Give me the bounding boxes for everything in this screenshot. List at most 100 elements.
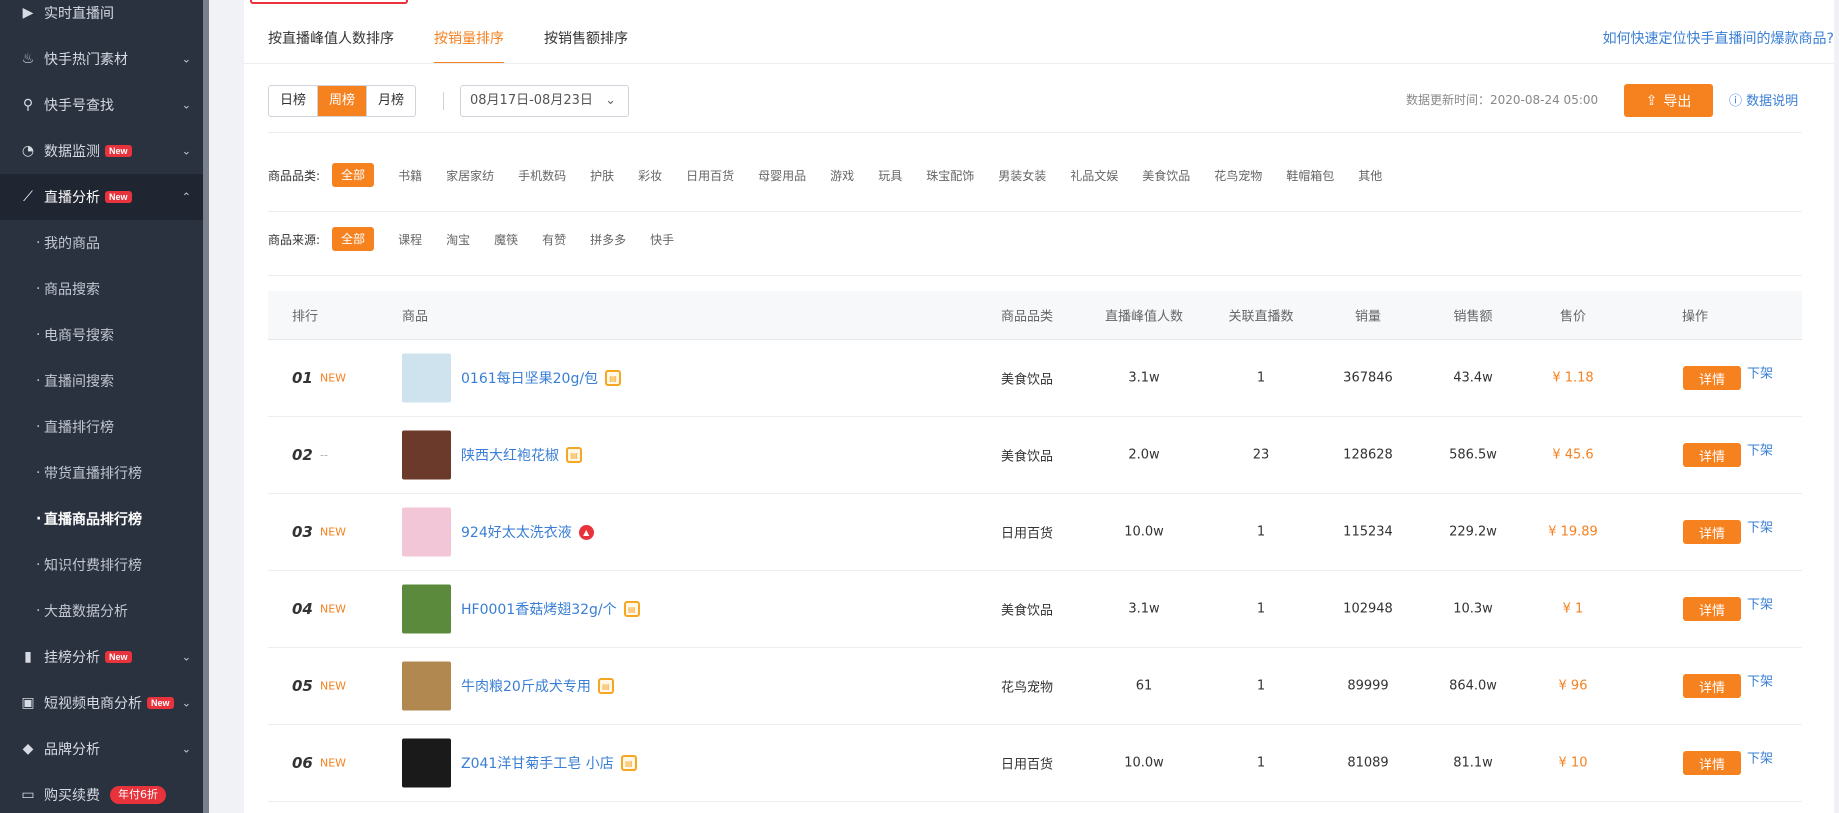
period-day[interactable]: 日榜 — [269, 86, 319, 116]
sidebar-subitem[interactable]: 我的商品 — [0, 220, 203, 266]
source-label: 商品来源: — [268, 232, 321, 247]
detail-button[interactable]: 详情 — [1683, 443, 1741, 467]
sidebar-subitem-label: 直播间搜索 — [44, 374, 114, 390]
chevron-up-icon: ⌃ — [181, 190, 191, 204]
data-description-link[interactable]: ⓘ 数据说明 — [1729, 90, 1798, 109]
category-option[interactable]: 花鸟宠物 — [1214, 167, 1262, 184]
category-option[interactable]: 书籍 — [398, 167, 422, 184]
sidebar-subitem[interactable]: 商品搜索 — [0, 266, 203, 312]
sidebar-subitem[interactable]: 带货直播排行榜 — [0, 450, 203, 496]
tab-sort-peak[interactable]: 按直播峰值人数排序 — [268, 20, 394, 64]
tab-sort-revenue[interactable]: 按销售额排序 — [544, 20, 628, 64]
detail-button[interactable]: 详情 — [1683, 366, 1741, 390]
table-row: 01 NEW 0161每日坚果20g/包 ▤ 美食饮品 3.1w 1 367846 43.4w ¥… — [268, 340, 1802, 417]
tab-sort-sales[interactable]: 按销量排序 — [434, 20, 504, 64]
category-option[interactable]: 游戏 — [830, 167, 854, 184]
flame-icon: ♨ — [21, 51, 35, 67]
category-option[interactable]: 手机数码 — [518, 167, 566, 184]
cell-streams: 1 — [1256, 601, 1266, 617]
source-option[interactable]: 课程 — [398, 231, 422, 248]
category-option[interactable]: 母婴用品 — [758, 167, 806, 184]
period-month[interactable]: 月榜 — [367, 86, 415, 116]
detail-button[interactable]: 详情 — [1683, 751, 1741, 775]
source-filter: 商品来源: 全部 课程 淘宝 魔筷 有赞 拼多多 快手 — [268, 227, 698, 251]
sidebar-scrollbar[interactable] — [203, 0, 209, 813]
sidebar-subitem[interactable]: 大盘数据分析 — [0, 588, 203, 634]
category-option[interactable]: 美食饮品 — [1142, 167, 1190, 184]
source-option[interactable]: 拼多多 — [590, 231, 626, 248]
source-option[interactable]: 淘宝 — [446, 231, 470, 248]
cell-revenue: 586.5w — [1449, 447, 1497, 463]
rank-number: 02 — [292, 446, 313, 464]
category-label: 商品品类: — [268, 168, 321, 183]
category-option[interactable]: 家居家纺 — [446, 167, 494, 184]
sidebar-subitem[interactable]: 直播间搜索 — [0, 358, 203, 404]
header-actions: 操作 — [1681, 309, 1709, 325]
header-revenue: 销售额 — [1453, 309, 1493, 325]
cell-revenue: 43.4w — [1453, 370, 1493, 386]
help-link[interactable]: 如何快速定位快手直播间的爆款商品? — [1603, 28, 1834, 48]
product-name-link[interactable]: Z041洋甘菊手工皂 小店 ▤ — [461, 753, 637, 773]
offshelf-link[interactable]: 下架 — [1747, 593, 1773, 612]
renew-item[interactable]: ▭ 购买续费 年付6折 — [0, 772, 203, 813]
detail-button[interactable]: 详情 — [1683, 520, 1741, 544]
cell-streams: 1 — [1256, 524, 1266, 540]
sidebar-item[interactable]: ▶ 实时直播间 — [0, 0, 203, 36]
sidebar-item[interactable]: ⟋ 直播分析 New ⌃ — [0, 174, 203, 220]
sidebar-item[interactable]: ⚲ 快手号查找 ⌄ — [0, 82, 203, 128]
date-range-select[interactable]: 08月17日-08月23日 ⌄ — [460, 85, 629, 117]
product-name-link[interactable]: HF0001香菇烤翅32g/个 ▤ — [461, 599, 640, 619]
product-thumbnail[interactable] — [402, 507, 451, 557]
offshelf-link[interactable]: 下架 — [1747, 670, 1773, 689]
category-option[interactable]: 珠宝配饰 — [926, 167, 974, 184]
category-option[interactable]: 男装女装 — [998, 167, 1046, 184]
period-week[interactable]: 周榜 — [318, 86, 368, 116]
product-thumbnail[interactable] — [402, 353, 451, 403]
sidebar-subitem[interactable]: 电商号搜索 — [0, 312, 203, 358]
product-name-link[interactable]: 牛肉粮20斤成犬专用 ▤ — [461, 676, 614, 696]
rank-number: 05 — [292, 677, 313, 695]
new-badge: New — [147, 697, 174, 709]
product-name-link[interactable]: 陕西大红袍花椒 ▤ — [461, 445, 582, 465]
offshelf-link[interactable]: 下架 — [1747, 439, 1773, 458]
category-option[interactable]: 彩妆 — [638, 167, 662, 184]
product-name-link[interactable]: 0161每日坚果20g/包 ▤ — [461, 368, 622, 388]
sidebar-item[interactable]: ◆ 品牌分析 ⌄ — [0, 726, 203, 772]
cell-price: ¥ 10 — [1558, 755, 1588, 771]
source-option[interactable]: 全部 — [332, 227, 375, 251]
sidebar-item[interactable]: ▣ 短视频电商分析 New ⌄ — [0, 680, 203, 726]
sidebar-item[interactable]: ▮ 挂榜分析 New ⌄ — [0, 634, 203, 680]
detail-button[interactable]: 详情 — [1683, 597, 1741, 621]
offshelf-link[interactable]: 下架 — [1747, 747, 1773, 766]
source-option[interactable]: 魔筷 — [494, 231, 518, 248]
category-option[interactable]: 礼品文娱 — [1070, 167, 1118, 184]
offshelf-link[interactable]: 下架 — [1747, 516, 1773, 535]
sidebar-item[interactable]: ♨ 快手热门素材 ⌄ — [0, 36, 203, 82]
detail-button[interactable]: 详情 — [1683, 674, 1741, 698]
promo-badge: 年付6折 — [110, 786, 166, 804]
product-thumbnail[interactable] — [402, 584, 451, 634]
category-option[interactable]: 鞋帽箱包 — [1286, 167, 1334, 184]
product-thumbnail[interactable] — [402, 738, 451, 788]
export-label: 导出 — [1663, 93, 1692, 110]
sidebar-subitem[interactable]: 直播商品排行榜 — [0, 496, 203, 542]
sidebar-subitem[interactable]: 知识付费排行榜 — [0, 542, 203, 588]
product-thumbnail[interactable] — [402, 430, 451, 480]
category-option[interactable]: 其他 — [1358, 167, 1382, 184]
category-option[interactable]: 日用百货 — [686, 167, 734, 184]
offshelf-link[interactable]: 下架 — [1747, 362, 1773, 381]
sidebar-item[interactable]: ◔ 数据监测 New ⌄ — [0, 128, 203, 174]
category-option[interactable]: 玩具 — [878, 167, 902, 184]
source-option[interactable]: 有赞 — [542, 231, 566, 248]
product-thumbnail[interactable] — [402, 661, 451, 711]
category-option[interactable]: 全部 — [332, 163, 375, 187]
trend-icon: ⟋ — [23, 189, 33, 205]
product-name-link[interactable]: 924好太太洗衣液 ▲ — [461, 522, 594, 542]
rank-change-tag: NEW — [320, 679, 347, 693]
export-button[interactable]: ⇪ 导出 — [1624, 84, 1713, 117]
rank-number: 06 — [292, 754, 313, 772]
category-option[interactable]: 护肤 — [590, 167, 614, 184]
sidebar-subitem[interactable]: 直播排行榜 — [0, 404, 203, 450]
source-option[interactable]: 快手 — [650, 231, 674, 248]
sidebar-subitem-label: 带货直播排行榜 — [44, 466, 142, 482]
